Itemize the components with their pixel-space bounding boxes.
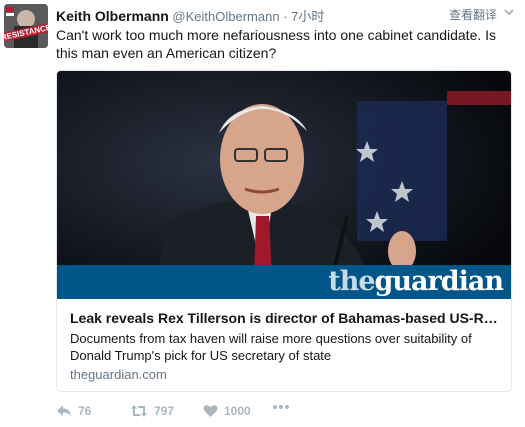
reply-button[interactable]: 76 [56, 404, 91, 418]
publisher-logo-the: the [328, 266, 375, 297]
retweet-count: 797 [154, 404, 175, 418]
author-name[interactable]: Keith Olbermann [56, 8, 169, 24]
card-domain[interactable]: theguardian.com [70, 367, 167, 382]
tweet-header: Keith Olbermann @KeithOlbermann · 7小时 查看… [56, 6, 515, 24]
more-options-button[interactable] [272, 404, 290, 410]
translate-link[interactable]: 查看翻译 [449, 6, 497, 23]
heart-icon [203, 405, 218, 417]
author-avatar[interactable]: RESISTANCE [4, 4, 48, 48]
link-card[interactable]: theguardian Leak reveals Rex Tillerson i… [56, 70, 512, 392]
retweet-icon [131, 405, 147, 417]
reply-icon [57, 405, 71, 416]
header-separator: · [283, 9, 288, 24]
publisher-logo-name: guardian [374, 266, 504, 297]
card-title[interactable]: Leak reveals Rex Tillerson is director o… [70, 310, 500, 326]
tweet-timestamp[interactable]: 7小时 [291, 9, 324, 24]
reply-count: 76 [78, 404, 92, 418]
tweet-text: Can't work too much more nefariousness i… [56, 27, 497, 61]
like-button[interactable]: 1000 [203, 404, 251, 418]
publisher-logo: theguardian [328, 266, 504, 297]
chevron-down-icon[interactable] [503, 5, 515, 19]
like-count: 1000 [224, 404, 251, 418]
more-dots-icon [273, 405, 289, 409]
card-description: Documents from tax haven will raise more… [70, 331, 472, 363]
author-handle[interactable]: @KeithOlbermann [172, 9, 279, 24]
retweet-button[interactable]: 797 [130, 404, 174, 418]
